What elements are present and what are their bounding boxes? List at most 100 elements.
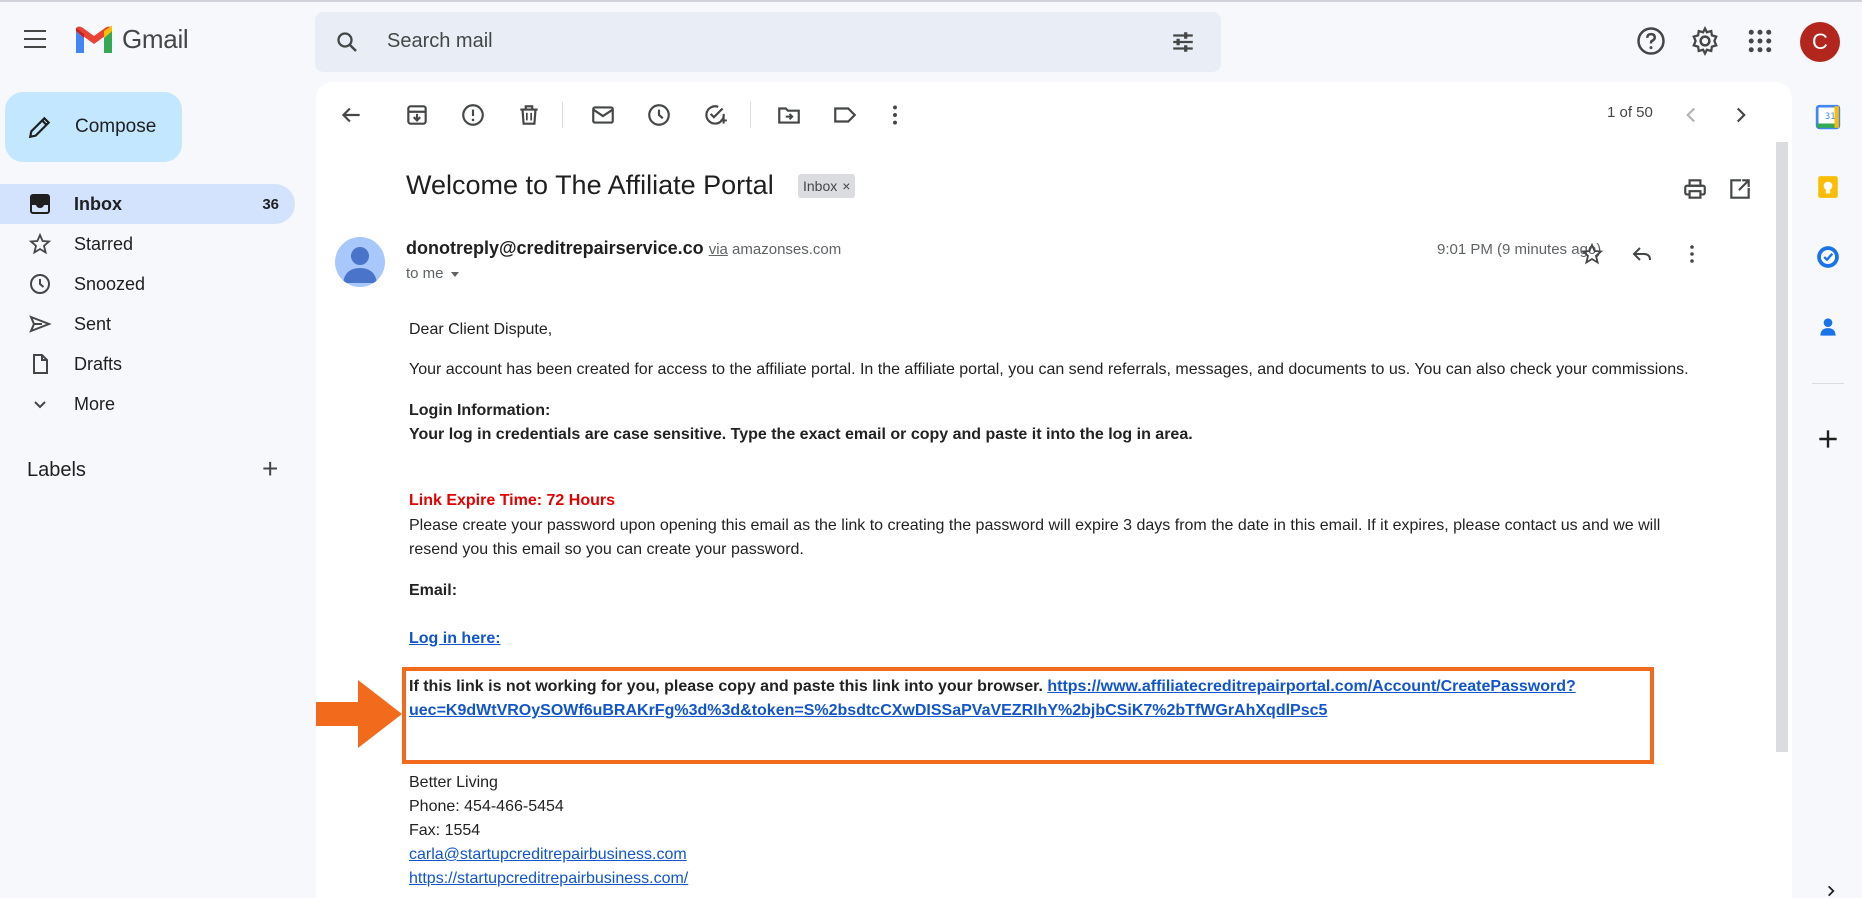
svg-text:31: 31	[1825, 112, 1836, 122]
star-icon[interactable]	[1580, 242, 1604, 266]
add-addon-plus-icon[interactable]	[1815, 426, 1841, 452]
copy-link-line: If this link is not working for you, ple…	[409, 675, 1576, 699]
sidebar-item-label: Inbox	[74, 193, 122, 214]
add-to-tasks-icon[interactable]	[702, 102, 728, 128]
sender-email[interactable]: donotreply@creditrepairservice.co	[406, 238, 704, 258]
gmail-logo[interactable]: Gmail	[74, 24, 189, 55]
app-name: Gmail	[122, 24, 189, 54]
email-timestamp: 9:01 PM (9 minutes ago)	[1437, 241, 1602, 258]
settings-gear-icon[interactable]	[1690, 26, 1720, 56]
email-subject: Welcome to The Affiliate Portal	[406, 170, 774, 200]
sidebar-item-more[interactable]: More	[0, 384, 295, 424]
email-greeting: Dear Client Dispute,	[409, 321, 553, 338]
signature-email-wrap: carla@startupcreditrepairbusiness.com	[409, 843, 687, 867]
sidebar-item-drafts[interactable]: Drafts	[0, 344, 295, 384]
draft-file-icon	[33, 354, 48, 374]
sender-line: donotreply@creditrepairservice.co via am…	[406, 238, 841, 259]
chevron-right-icon[interactable]	[1728, 102, 1754, 128]
window-top-border	[0, 0, 1862, 2]
login-link[interactable]: Log in here:	[409, 630, 501, 647]
reply-icon[interactable]	[1630, 242, 1654, 266]
expire-heading: Link Expire Time: 72 Hours	[409, 492, 615, 509]
copy-link-line2: uec=K9dWtVROySOWf6uBRAKrFg%3d%3d&token=S…	[409, 699, 1327, 723]
apps-grid-icon[interactable]	[1745, 26, 1775, 56]
tasks-icon[interactable]	[1815, 244, 1841, 270]
contacts-icon[interactable]	[1815, 314, 1841, 340]
sidebar-item-starred[interactable]: Starred	[0, 224, 295, 264]
inbox-icon	[30, 194, 50, 214]
snooze-clock-icon[interactable]	[646, 102, 672, 128]
pencil-icon	[28, 116, 51, 139]
sidebar-item-inbox[interactable]: Inbox 36	[0, 184, 295, 224]
toolbar-divider	[750, 102, 751, 128]
login-heading: Login Information:	[409, 402, 551, 419]
recipient-toggle[interactable]: to me	[406, 265, 460, 282]
sidebar-item-label: Drafts	[74, 353, 123, 374]
arrow-right-icon	[316, 680, 402, 748]
email-panel: 1 of 50 Welcome to The Affiliate Portal …	[316, 82, 1792, 898]
signature-name: Better Living	[409, 774, 498, 791]
inbox-label-chip[interactable]: Inbox ×	[798, 174, 856, 198]
report-spam-icon[interactable]	[460, 102, 486, 128]
open-new-window-icon[interactable]	[1727, 176, 1753, 202]
help-icon[interactable]	[1636, 26, 1666, 56]
mark-unread-envelope-icon[interactable]	[590, 102, 616, 128]
expire-line: Please create your password upon opening…	[409, 517, 1661, 534]
chevron-left-icon[interactable]	[1678, 102, 1704, 128]
chevron-down-icon	[34, 401, 46, 409]
label-tag-icon[interactable]	[832, 102, 858, 128]
caret-down-icon	[450, 271, 459, 277]
star-icon	[28, 232, 52, 255]
archive-icon[interactable]	[404, 102, 430, 128]
chevron-right-icon[interactable]	[1824, 884, 1838, 898]
compose-button[interactable]: Compose	[5, 92, 182, 162]
via-link[interactable]: via	[709, 241, 728, 258]
sender-avatar[interactable]	[335, 237, 385, 287]
person-icon	[343, 247, 377, 283]
calendar-icon[interactable]: 31	[1815, 104, 1841, 130]
signature-phone: Phone: 454-466-5454	[409, 798, 564, 815]
sidebar-nav: Inbox 36 Starred Snoozed Sent Drafts Mor…	[0, 184, 295, 424]
copy-note: If this link is not working for you, ple…	[409, 678, 1043, 695]
add-label-icon[interactable]: +	[262, 455, 278, 483]
labels-heading: Labels	[27, 459, 86, 481]
print-icon[interactable]	[1682, 176, 1708, 202]
gmail-m-icon	[76, 25, 112, 53]
scrollbar[interactable]	[1776, 142, 1788, 752]
send-icon	[29, 315, 52, 333]
via-domain: amazonses.com	[732, 241, 842, 258]
search-input[interactable]: Search mail	[387, 30, 493, 53]
signature-email[interactable]: carla@startupcreditrepairbusiness.com	[409, 846, 687, 863]
expire-line: resend you this email so you can create …	[409, 541, 804, 558]
recipient-label: to me	[406, 265, 444, 282]
sidebar-item-label: More	[74, 393, 116, 414]
email-paragraph: Your account has been created for access…	[409, 361, 1689, 378]
move-to-folder-icon[interactable]	[776, 102, 802, 128]
main-menu-icon[interactable]	[22, 26, 48, 52]
toolbar-divider	[562, 102, 563, 128]
search-icon[interactable]	[335, 30, 359, 54]
more-vertical-icon[interactable]	[1680, 242, 1704, 266]
clock-icon	[30, 274, 50, 294]
signature-website[interactable]: https://startupcreditrepairbusiness.com/	[409, 870, 688, 887]
pagination-count: 1 of 50	[1607, 104, 1653, 121]
account-avatar[interactable]: C	[1800, 22, 1840, 62]
keep-icon[interactable]	[1815, 174, 1841, 200]
password-link-part2[interactable]: uec=K9dWtVROySOWf6uBRAKrFg%3d%3d&token=S…	[409, 702, 1327, 719]
password-link-part1[interactable]: https://www.affiliatecreditrepairportal.…	[1047, 678, 1575, 695]
sidebar-item-snoozed[interactable]: Snoozed	[0, 264, 295, 304]
login-note: Your log in credentials are case sensiti…	[409, 426, 1193, 443]
back-arrow-icon[interactable]	[338, 102, 364, 128]
delete-trash-icon[interactable]	[516, 102, 542, 128]
chip-label: Inbox	[803, 178, 838, 194]
search-bar[interactable]: Search mail	[315, 12, 1221, 72]
sidebar-item-label: Starred	[74, 233, 134, 254]
compose-label: Compose	[75, 116, 157, 137]
more-vertical-icon[interactable]	[882, 102, 908, 128]
signature-fax: Fax: 1554	[409, 822, 481, 839]
chip-close-icon[interactable]: ×	[842, 178, 850, 194]
sidebar-item-sent[interactable]: Sent	[0, 304, 295, 344]
search-options-icon[interactable]	[1170, 29, 1196, 55]
inbox-unread-count: 36	[262, 195, 279, 213]
rail-divider	[1812, 383, 1844, 384]
